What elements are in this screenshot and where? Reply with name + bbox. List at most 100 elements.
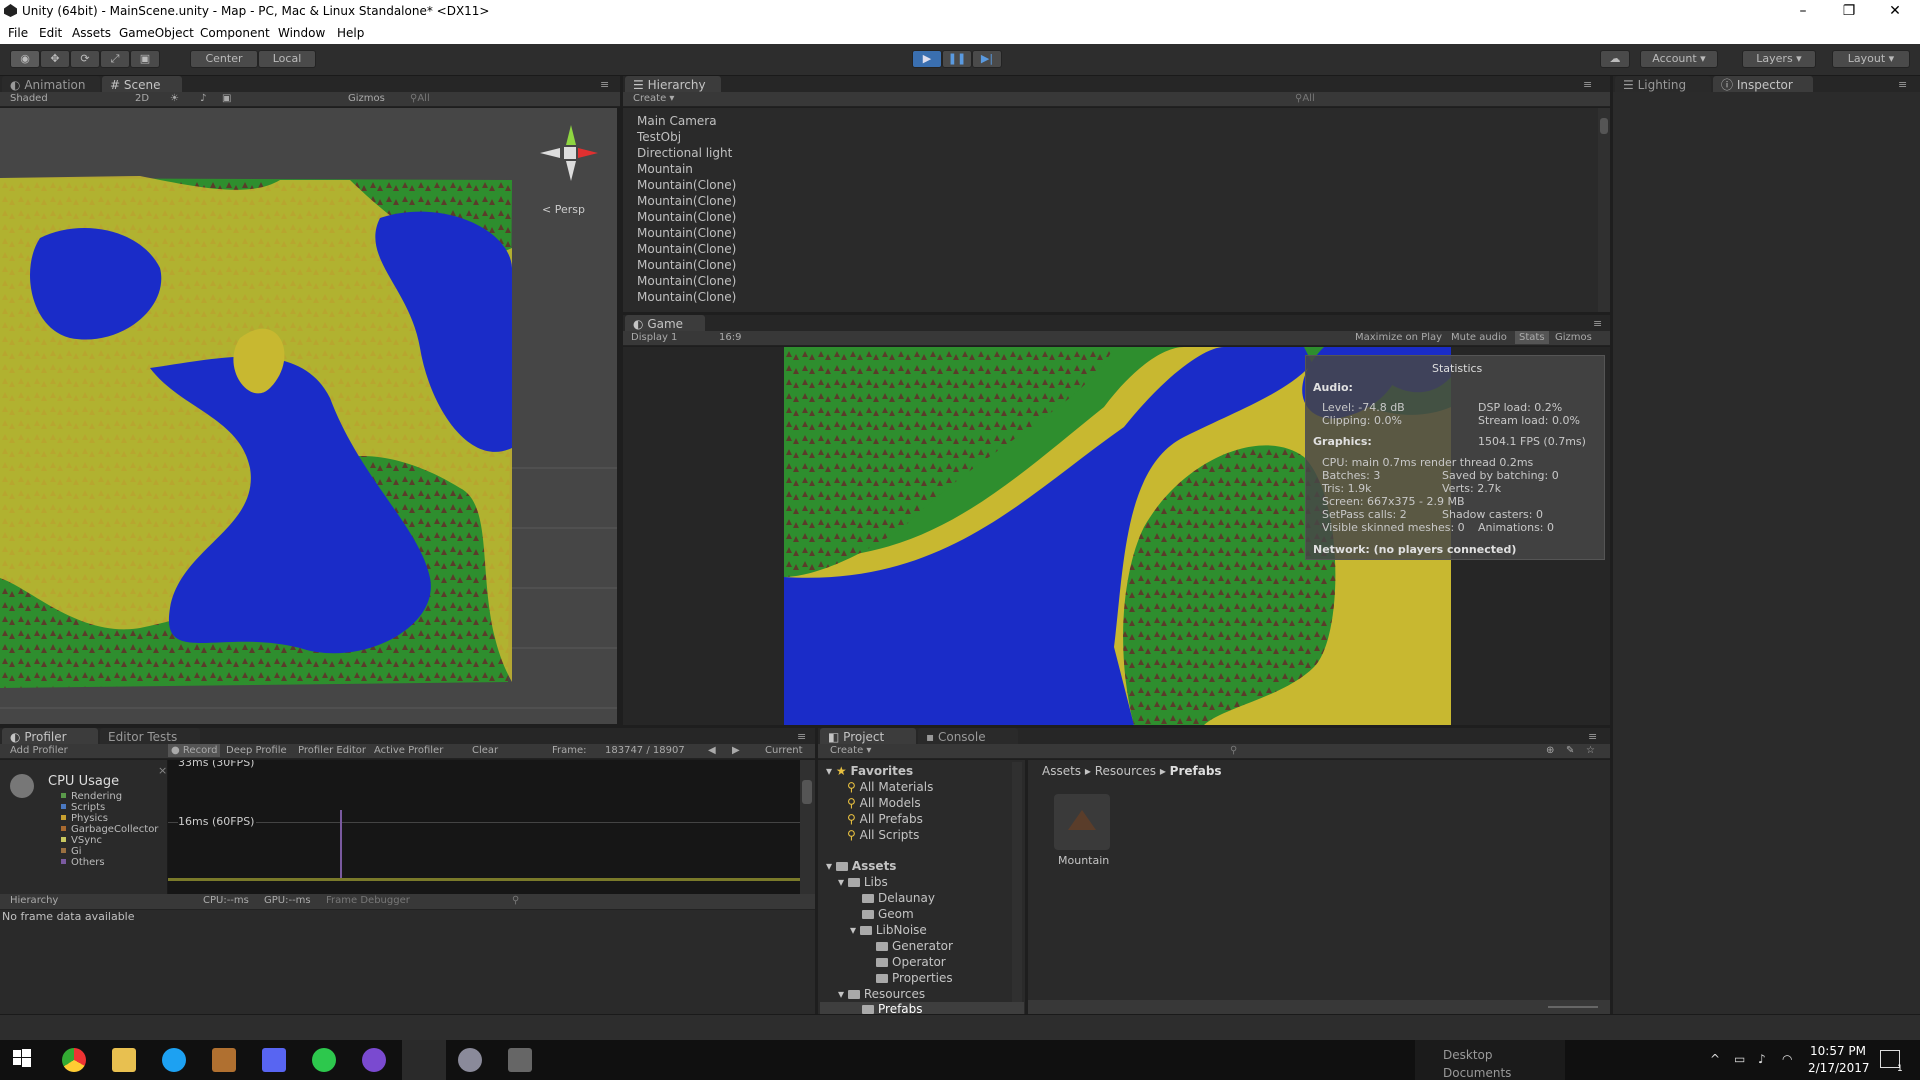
profiler-graph-scrollbar[interactable] <box>800 760 815 894</box>
rect-tool-button[interactable]: ▣ <box>130 50 160 68</box>
menu-help[interactable]: Help <box>337 26 364 40</box>
sublime-icon[interactable] <box>212 1048 236 1072</box>
scale-tool-button[interactable]: ⤢ <box>100 50 130 68</box>
cloud-button[interactable]: ☁ <box>1600 50 1630 68</box>
legend-item[interactable]: Scripts <box>61 802 105 813</box>
app-icon[interactable] <box>362 1048 386 1072</box>
windows-start-icon[interactable] <box>12 1048 36 1072</box>
breadcrumb-prefabs[interactable]: Prefabs <box>1170 764 1222 778</box>
legend-item[interactable]: Others <box>61 857 105 868</box>
move-tool-button[interactable]: ✥ <box>40 50 70 68</box>
tree-generator[interactable]: Generator <box>876 939 953 953</box>
list-item[interactable]: Mountain(Clone) <box>637 226 736 240</box>
close-chart-icon[interactable]: × <box>158 764 167 777</box>
scene-gizmo[interactable] <box>540 123 600 183</box>
legend-item[interactable]: Physics <box>61 813 108 824</box>
clear-button[interactable]: Clear <box>472 745 498 756</box>
close-button[interactable]: ✕ <box>1872 0 1918 24</box>
game-view[interactable] <box>623 347 1610 725</box>
gizmo-neg-y-axis[interactable] <box>566 161 576 181</box>
clock-date[interactable]: 2/17/2017 <box>1808 1061 1870 1075</box>
line-icon[interactable] <box>312 1048 336 1072</box>
tree-delaunay[interactable]: Delaunay <box>862 891 935 905</box>
gizmo-neg-x-axis[interactable] <box>540 148 560 158</box>
project-create-dropdown[interactable]: Create ▾ <box>830 745 871 756</box>
unity-taskbar-icon[interactable] <box>402 1040 446 1080</box>
play-button[interactable]: ▶ <box>912 50 942 68</box>
tray-chevron-icon[interactable]: ^ <box>1710 1052 1720 1066</box>
current-frame-button[interactable]: Current <box>765 745 803 756</box>
account-dropdown[interactable]: Account ▾ <box>1640 50 1718 68</box>
cpu-graph[interactable]: 33ms (30FPS) 16ms (60FPS) <box>168 760 800 894</box>
filter-type-icon[interactable]: ⊕ <box>1546 745 1554 756</box>
persp-label[interactable]: < Persp <box>542 203 585 216</box>
list-item[interactable]: Directional light <box>637 146 732 160</box>
frame-debugger-button[interactable]: Frame Debugger <box>326 895 410 906</box>
scene-view[interactable]: < Persp <box>0 108 617 724</box>
effects-toggle-icon[interactable]: ▣ <box>222 93 231 104</box>
game-menu-icon[interactable]: ≡ <box>1593 317 1602 330</box>
deep-profile-toggle[interactable]: Deep Profile <box>226 745 287 756</box>
menu-edit[interactable]: Edit <box>39 26 62 40</box>
legend-item[interactable]: Rendering <box>61 791 122 802</box>
project-menu-icon[interactable]: ≡ <box>1588 730 1597 743</box>
unity-hub-icon[interactable] <box>458 1048 482 1072</box>
list-item[interactable]: Mountain(Clone) <box>637 274 736 288</box>
hierarchy-scrollbar[interactable] <box>1598 108 1610 312</box>
pause-button[interactable]: ❚❚ <box>942 50 972 68</box>
wifi-icon[interactable]: ◠ <box>1782 1052 1792 1066</box>
tree-properties[interactable]: Properties <box>876 971 953 985</box>
list-item[interactable]: Mountain(Clone) <box>637 258 736 272</box>
next-frame-icon[interactable]: ▶ <box>732 745 740 756</box>
favorite-star-icon[interactable]: ☆ <box>1586 745 1595 756</box>
layers-dropdown[interactable]: Layers ▾ <box>1742 50 1816 68</box>
list-item[interactable]: TestObj <box>637 130 681 144</box>
display-dropdown[interactable]: Display 1 <box>631 332 677 343</box>
hierarchy-view-dropdown[interactable]: Hierarchy <box>10 895 58 906</box>
legend-item[interactable]: VSync <box>61 835 102 846</box>
hierarchy-menu-icon[interactable]: ≡ <box>1583 78 1592 91</box>
hand-tool-button[interactable]: ◉ <box>10 50 40 68</box>
legend-item[interactable]: GarbageCollector <box>61 824 158 835</box>
list-item[interactable]: Mountain(Clone) <box>637 194 736 208</box>
asset-label[interactable]: Mountain <box>1058 854 1109 867</box>
zoom-slider[interactable] <box>1548 1006 1598 1008</box>
hierarchy-create-dropdown[interactable]: Create ▾ <box>633 93 674 104</box>
rotate-tool-button[interactable]: ⟳ <box>70 50 100 68</box>
menu-window[interactable]: Window <box>278 26 325 40</box>
tree-fav-item[interactable]: ⚲ All Scripts <box>847 828 919 842</box>
active-profiler-dropdown[interactable]: Active Profiler <box>374 745 443 756</box>
panel-menu-icon[interactable]: ≡ <box>600 78 609 91</box>
layout-dropdown[interactable]: Layout ▾ <box>1832 50 1910 68</box>
inspector-menu-icon[interactable]: ≡ <box>1898 78 1907 91</box>
network-device-icon[interactable]: ▭ <box>1734 1052 1745 1066</box>
list-item[interactable]: Mountain(Clone) <box>637 242 736 256</box>
prev-frame-icon[interactable]: ◀ <box>708 745 716 756</box>
tree-assets[interactable]: ▾ Assets <box>826 859 896 873</box>
record-toggle[interactable]: ● Record <box>168 744 221 757</box>
pivot-center-button[interactable]: Center <box>190 50 258 68</box>
legend-item[interactable]: Gi <box>61 846 82 857</box>
menu-gameobject[interactable]: GameObject <box>119 26 194 40</box>
clock-time[interactable]: 10:57 PM <box>1808 1044 1868 1058</box>
asset-thumbnail[interactable] <box>1054 794 1110 850</box>
tree-fav-item[interactable]: ⚲ All Prefabs <box>847 812 923 826</box>
maximize-on-play-toggle[interactable]: Maximize on Play <box>1355 332 1442 343</box>
list-item[interactable]: Mountain(Clone) <box>637 178 736 192</box>
gizmo-y-axis[interactable] <box>566 125 576 145</box>
tree-geom[interactable]: Geom <box>862 907 914 921</box>
lighting-toggle-icon[interactable]: ☀ <box>170 93 179 104</box>
game-app-icon[interactable] <box>508 1048 532 1072</box>
scene-search-input[interactable]: ⚲All <box>410 93 430 104</box>
add-profiler-dropdown[interactable]: Add Profiler <box>10 745 68 756</box>
list-item[interactable]: Mountain <box>637 162 693 176</box>
shading-dropdown[interactable]: Shaded <box>10 93 48 104</box>
gizmos-dropdown[interactable]: Gizmos <box>348 93 385 104</box>
step-button[interactable]: ▶| <box>972 50 1002 68</box>
volume-mute-icon[interactable]: ♪ <box>1758 1052 1766 1066</box>
profiler-scroll-thumb[interactable] <box>802 780 812 804</box>
game-gizmos-dropdown[interactable]: Gizmos <box>1555 332 1592 343</box>
project-tree-scrollbar[interactable] <box>1012 762 1022 1012</box>
breadcrumb-resources[interactable]: Resources <box>1095 764 1156 778</box>
hierarchy-scroll-thumb[interactable] <box>1600 118 1608 134</box>
